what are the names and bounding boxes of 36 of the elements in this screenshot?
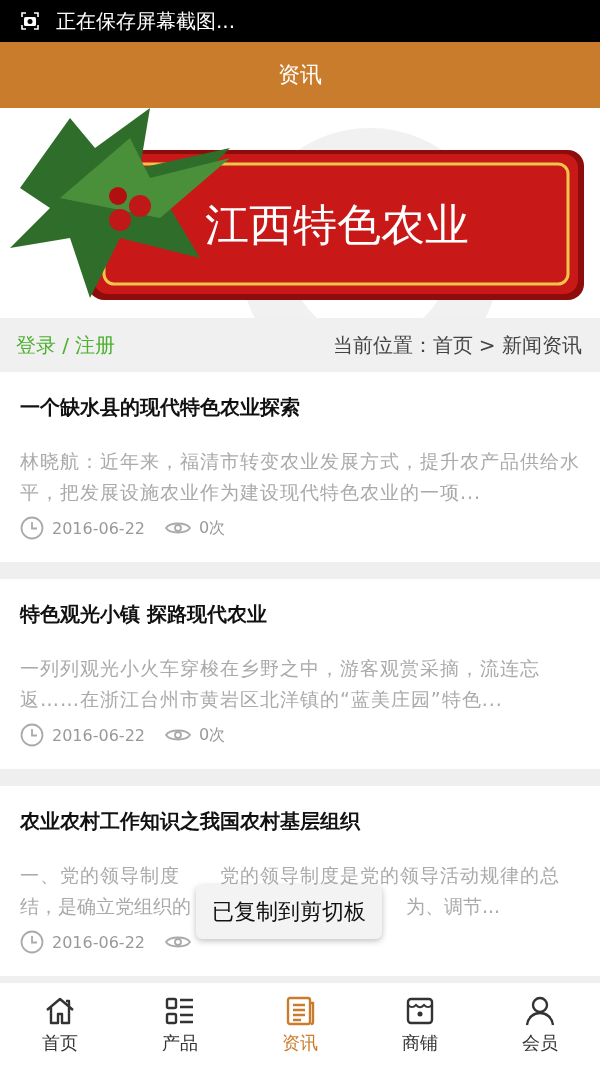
eye-icon: [165, 934, 191, 950]
article-card[interactable]: 特色观光小镇 探路现代农业 一列列观光小火车穿梭在乡野之中，游客观赏采摘，流连忘返……在浙江台州市黄岩区北洋镇的“蓝美庄园”特色... 2016-06-22 0次: [0, 579, 600, 769]
list-icon: [164, 995, 196, 1027]
article-excerpt: 为、调节...: [405, 894, 500, 919]
article-excerpt: 结，是确立党组织的: [20, 894, 191, 919]
clock-icon: [20, 723, 44, 747]
shop-icon: [404, 995, 436, 1027]
article-excerpt: 一列列观光小火车穿梭在乡野之中，游客观赏采摘，流连忘返……在浙江台州市黄岩区北洋镇的“蓝美庄园”特色...: [20, 656, 541, 712]
article-excerpt: 一、党的领导制度 党的领导制度是党的领导活动规律的总: [20, 863, 561, 888]
nav-tab[interactable]: 首页: [0, 983, 120, 1067]
article-card[interactable]: 一个缺水县的现代特色农业探索 林晓航：近年来，福清市转变农业发展方式，提升农产品供给水平，把发展设施农业作为建设现代特色农业的一项... 2016-06-22 0次: [0, 372, 600, 562]
nav-tab[interactable]: 会员: [480, 983, 600, 1067]
breadcrumb-text: 当前位置：首页 > 新闻资讯: [332, 331, 582, 359]
nav-tab[interactable]: 产品: [120, 983, 240, 1067]
article-date: 2016-06-22: [52, 725, 145, 745]
clock-icon: [20, 930, 44, 954]
home-icon: [44, 995, 76, 1027]
status-text: 正在保存屏幕截图...: [56, 7, 236, 35]
eye-icon: [165, 520, 191, 536]
toast-message: 已复制到剪切板: [196, 885, 382, 939]
view-count: 0次: [199, 517, 226, 539]
nav-tab[interactable]: 商铺: [360, 983, 480, 1067]
user-icon: [524, 995, 556, 1027]
view-count: 0次: [199, 724, 226, 746]
article-date: 2016-06-22: [52, 518, 145, 538]
newspaper-icon: [284, 995, 316, 1027]
banner-title: 江西特色农业: [205, 198, 469, 252]
eye-icon: [165, 727, 191, 743]
article-excerpt: 林晓航：近年来，福清市转变农业发展方式，提升农产品供给水平，把发展设施农业作为建设现代特色农业的一项...: [20, 449, 580, 505]
article-date: 2016-06-22: [52, 932, 145, 952]
page-title: 资讯: [278, 61, 322, 89]
clock-icon: [20, 516, 44, 540]
article-title: 一个缺水县的现代特色农业探索: [20, 394, 301, 421]
screenshot-icon: [20, 11, 40, 31]
article-title: 特色观光小镇 探路现代农业: [20, 601, 268, 628]
article-title: 农业农村工作知识之我国农村基层组织: [20, 808, 362, 835]
